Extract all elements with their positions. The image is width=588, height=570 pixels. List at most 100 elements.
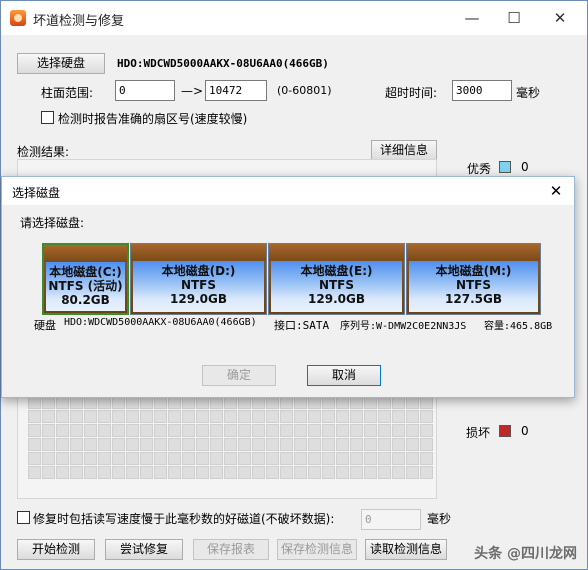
disk-e[interactable]: 本地磁盘(E:) NTFS 129.0GB (268, 243, 405, 315)
grid-cell (112, 466, 125, 479)
grid-cell (280, 438, 293, 451)
grid-cell (98, 438, 111, 451)
repair-ms-input[interactable]: 0 (361, 509, 421, 530)
grid-cell (154, 452, 167, 465)
grid-cell (280, 452, 293, 465)
grid-cell (364, 466, 377, 479)
grid-cell (224, 438, 237, 451)
save-report-button[interactable]: 保存报表 (193, 539, 269, 560)
grid-cell (56, 424, 69, 437)
grid-cell (84, 452, 97, 465)
grid-cell (392, 452, 405, 465)
select-disk-dialog: 选择磁盘 ✕ 请选择磁盘: 本地磁盘(C:) NTFS (活动) 80.2GB … (1, 176, 575, 398)
grid-cell (182, 438, 195, 451)
grid-cell (266, 438, 279, 451)
grid-cell (266, 466, 279, 479)
grid-cell (70, 410, 83, 423)
grid-cell (238, 410, 251, 423)
title-bar: 坏道检测与修复 — ☐ ✕ (1, 1, 587, 35)
grid-cell (98, 466, 111, 479)
grid-cell (252, 438, 265, 451)
maximize-button[interactable]: ☐ (491, 1, 537, 35)
grid-cell (84, 410, 97, 423)
grid-cell (406, 424, 419, 437)
grid-cell (56, 410, 69, 423)
grid-cell (392, 424, 405, 437)
grid-cell (224, 452, 237, 465)
grid-cell (140, 424, 153, 437)
grid-cell (196, 424, 209, 437)
grid-cell (252, 410, 265, 423)
grid-cell (350, 410, 363, 423)
timeout-input[interactable]: 3000 (452, 80, 512, 101)
details-button[interactable]: 详细信息 (371, 140, 437, 161)
grid-cell (56, 438, 69, 451)
grid-cell (322, 424, 335, 437)
grid-cell (280, 424, 293, 437)
grid-cell (266, 424, 279, 437)
disk-serial: 序列号:W-DMW2C0E2NN3JS (340, 321, 467, 332)
grid-cell (224, 466, 237, 479)
grid-cell (98, 452, 111, 465)
grid-cell (84, 466, 97, 479)
grid-cell (210, 424, 223, 437)
grid-cell (112, 438, 125, 451)
disk-d-name: 本地磁盘(D:) (161, 264, 236, 278)
dialog-ok-button[interactable]: 确定 (202, 365, 276, 386)
repair-slow-checkbox[interactable] (17, 511, 30, 524)
cylinder-to-input[interactable]: 10472 (205, 80, 267, 101)
grid-cell (308, 452, 321, 465)
cylinder-from-input[interactable]: 0 (115, 80, 175, 101)
disk-d-size: 129.0GB (170, 292, 227, 306)
grid-cell (154, 424, 167, 437)
grid-cell (210, 410, 223, 423)
grid-cell (182, 466, 195, 479)
report-sector-checkbox[interactable] (41, 111, 54, 124)
grid-cell (238, 438, 251, 451)
try-repair-button[interactable]: 尝试修复 (105, 539, 183, 560)
grid-cell (378, 466, 391, 479)
grid-cell (350, 424, 363, 437)
grid-cell (112, 410, 125, 423)
minimize-button[interactable]: — (449, 1, 495, 35)
grid-cell (42, 466, 55, 479)
grid-cell (210, 438, 223, 451)
grid-cell (350, 466, 363, 479)
grid-cell (196, 466, 209, 479)
grid-cell (98, 424, 111, 437)
grid-cell (98, 410, 111, 423)
grid-cell (70, 452, 83, 465)
grid-cell (280, 466, 293, 479)
disk-d[interactable]: 本地磁盘(D:) NTFS 129.0GB (130, 243, 267, 315)
grid-cell (154, 438, 167, 451)
report-sector-label: 检测时报告准确的扇区号(速度较慢) (58, 112, 248, 126)
grid-cell (140, 466, 153, 479)
start-scan-button[interactable]: 开始检测 (17, 539, 95, 560)
close-button[interactable]: ✕ (537, 1, 583, 35)
select-disk-button[interactable]: 选择硬盘 (17, 53, 105, 74)
grid-cell (196, 438, 209, 451)
load-scan-info-button[interactable]: 读取检测信息 (365, 539, 447, 560)
grid-cell (252, 452, 265, 465)
disk-model: HDO:WDCWD5000AAKX-08U6AA0(466GB) (64, 317, 257, 328)
timeout-label: 超时时间: (385, 86, 438, 100)
grid-cell (70, 438, 83, 451)
grid-cell (336, 466, 349, 479)
grid-cell (182, 410, 195, 423)
grid-cell (154, 410, 167, 423)
dialog-cancel-button[interactable]: 取消 (307, 365, 381, 386)
grid-cell (322, 438, 335, 451)
cell-grid (28, 396, 433, 479)
grid-cell (126, 438, 139, 451)
dialog-close-button[interactable]: ✕ (542, 179, 570, 203)
disk-c[interactable]: 本地磁盘(C:) NTFS (活动) 80.2GB (42, 243, 129, 315)
save-scan-info-button[interactable]: 保存检测信息 (277, 539, 357, 560)
grid-cell (322, 466, 335, 479)
grid-cell (56, 452, 69, 465)
grid-cell (364, 410, 377, 423)
grid-cell (168, 410, 181, 423)
grid-cell (392, 466, 405, 479)
disk-m[interactable]: 本地磁盘(M:) NTFS 127.5GB (406, 243, 541, 315)
repair-ms-unit: 毫秒 (427, 512, 452, 526)
grid-cell (406, 466, 419, 479)
